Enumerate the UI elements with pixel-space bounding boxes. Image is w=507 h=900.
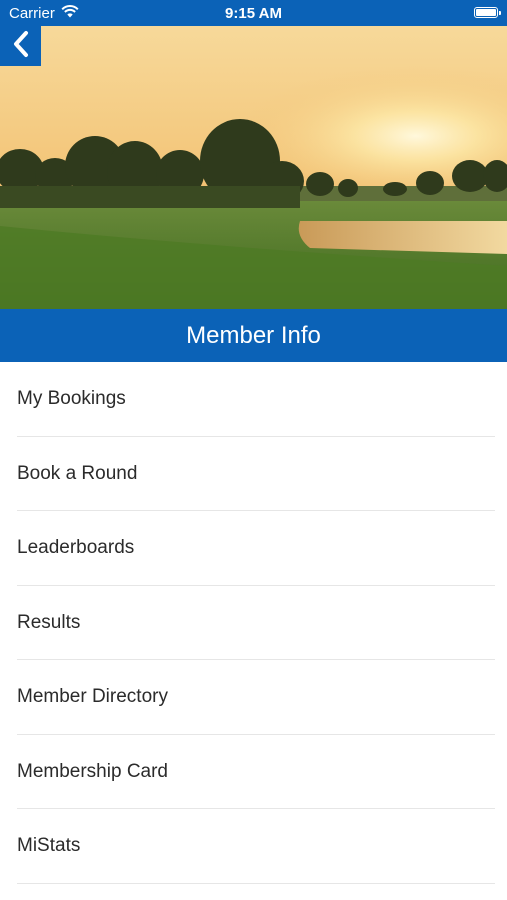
menu-item-membership-card[interactable]: Membership Card [0,735,507,810]
menu-item-mistats[interactable]: MiStats [0,809,507,884]
menu-list: My Bookings Book a Round Leaderboards Re… [0,362,507,884]
menu-item-leaderboards[interactable]: Leaderboards [0,511,507,586]
hero-image [0,26,507,309]
menu-item-my-bookings[interactable]: My Bookings [0,362,507,437]
back-button[interactable] [0,26,41,66]
page-title: Member Info [0,309,507,362]
battery-icon [474,7,501,18]
status-bar: Carrier 9:15 AM [0,0,507,26]
menu-item-book-a-round[interactable]: Book a Round [0,437,507,512]
chevron-left-icon [11,30,31,63]
status-time: 9:15 AM [225,5,282,22]
menu-item-member-directory[interactable]: Member Directory [0,660,507,735]
menu-item-results[interactable]: Results [0,586,507,661]
